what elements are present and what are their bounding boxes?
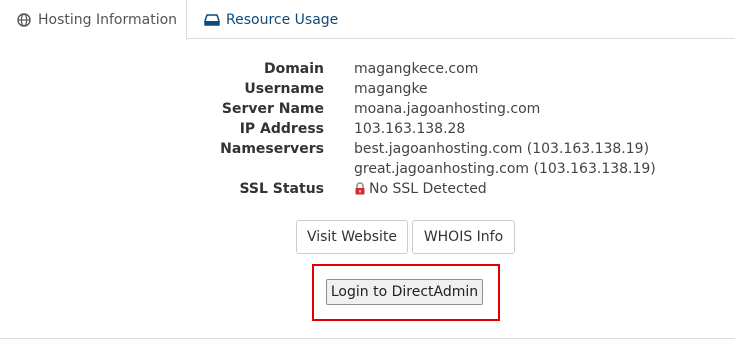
login-directadmin-button[interactable]: Login to DirectAdmin bbox=[326, 279, 483, 305]
visit-website-button[interactable]: Visit Website bbox=[296, 220, 408, 254]
domain-label: Domain bbox=[263, 61, 324, 77]
tab-hosting-information-label: Hosting Information bbox=[38, 12, 178, 28]
nameservers-row: Nameservers best.jagoanhosting.com (103.… bbox=[0, 139, 735, 159]
ip-address-row: IP Address 103.163.138.28 bbox=[0, 119, 735, 139]
domain-value: magangkece.com bbox=[354, 61, 479, 77]
server-name-label: Server Name bbox=[221, 101, 324, 117]
server-name-row: Server Name moana.jagoanhosting.com bbox=[0, 99, 735, 119]
tab-bar: Hosting Information Resource Usage bbox=[0, 0, 735, 40]
username-row: Username magangke bbox=[0, 79, 735, 99]
server-name-value: moana.jagoanhosting.com bbox=[354, 101, 541, 117]
username-value: magangke bbox=[354, 81, 428, 97]
ssl-status-value: No SSL Detected bbox=[369, 181, 487, 197]
nameserver-2: great.jagoanhosting.com (103.163.138.19) bbox=[354, 161, 656, 177]
globe-icon bbox=[17, 13, 31, 27]
username-label: Username bbox=[244, 81, 324, 97]
ssl-status-label: SSL Status bbox=[239, 181, 324, 197]
divider bbox=[0, 338, 735, 339]
ip-address-value: 103.163.138.28 bbox=[354, 121, 466, 137]
tab-resource-usage-label: Resource Usage bbox=[226, 12, 339, 28]
domain-row: Domain magangkece.com bbox=[0, 59, 735, 79]
ip-address-label: IP Address bbox=[239, 121, 324, 137]
hard-drive-icon bbox=[204, 13, 220, 27]
lock-icon bbox=[354, 181, 366, 201]
nameserver-1: best.jagoanhosting.com (103.163.138.19) bbox=[354, 141, 650, 157]
whois-info-button[interactable]: WHOIS Info bbox=[412, 220, 515, 254]
ssl-status-value-wrap: No SSL Detected bbox=[354, 179, 487, 201]
nameservers-label: Nameservers bbox=[220, 141, 324, 157]
ssl-status-row: SSL Status No SSL Detected bbox=[0, 179, 735, 199]
nameservers-row-2: great.jagoanhosting.com (103.163.138.19) bbox=[0, 159, 735, 179]
tab-hosting-information[interactable]: Hosting Information bbox=[0, 0, 187, 40]
tab-resource-usage[interactable]: Resource Usage bbox=[201, 0, 338, 40]
